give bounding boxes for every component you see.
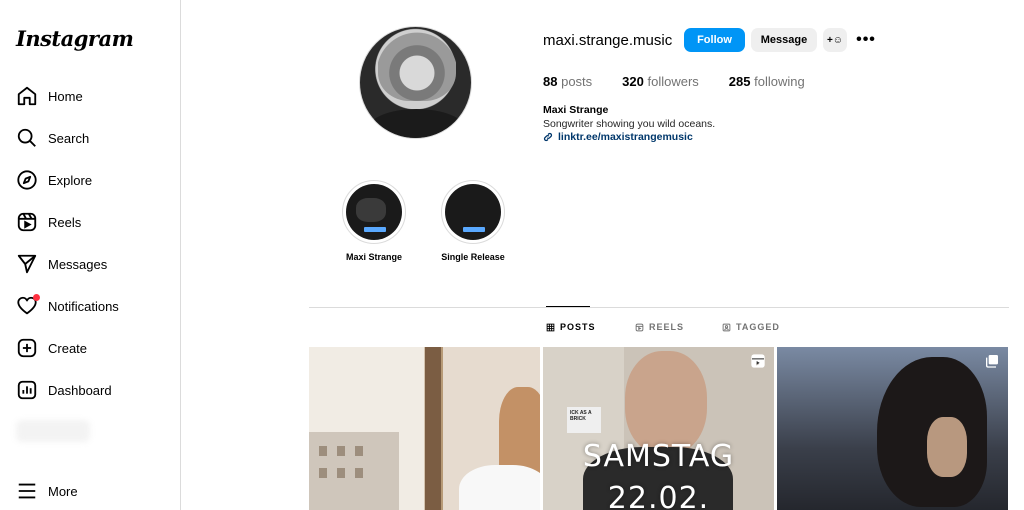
post-tile[interactable] bbox=[309, 347, 540, 510]
home-icon bbox=[14, 83, 40, 109]
highlight-cover bbox=[346, 184, 402, 240]
tab-label: REELS bbox=[649, 322, 685, 332]
add-user-button[interactable]: +☺ bbox=[823, 28, 847, 52]
sidebar-item-dashboard[interactable]: Dashboard bbox=[12, 372, 172, 408]
avatar-shirt bbox=[368, 109, 465, 138]
bio-name: Maxi Strange bbox=[543, 104, 609, 116]
sidebar-item-label: Messages bbox=[48, 256, 108, 272]
sidebar-item-home[interactable]: Home bbox=[12, 78, 172, 114]
blurred-profile-item[interactable] bbox=[16, 420, 90, 442]
sidebar-item-search[interactable]: Search bbox=[12, 120, 172, 156]
sidebar-item-label: Explore bbox=[48, 172, 93, 188]
highlight-cover bbox=[445, 184, 501, 240]
reels-icon bbox=[14, 209, 40, 235]
post-tile[interactable]: ICK AS A BRICK SAMSTAG 22.02. bbox=[543, 347, 774, 510]
post-image-face bbox=[927, 417, 967, 477]
highlight-single-release[interactable]: Single Release bbox=[441, 180, 505, 262]
sidebar-item-label: Notifications bbox=[48, 298, 119, 314]
post-tile[interactable] bbox=[777, 347, 1008, 510]
followers-stat[interactable]: 320 followers bbox=[622, 74, 699, 89]
grid-icon bbox=[546, 323, 555, 331]
more-icon: ••• bbox=[856, 31, 876, 48]
sidebar-item-reels[interactable]: Reels bbox=[12, 204, 172, 240]
highlight-ring bbox=[441, 180, 505, 244]
compass-icon bbox=[14, 167, 40, 193]
plus-square-icon bbox=[14, 335, 40, 361]
sidebar-item-label: Reels bbox=[48, 214, 82, 230]
sidebar-item-label: Home bbox=[48, 88, 83, 104]
profile-avatar[interactable] bbox=[359, 26, 472, 139]
sidebar-item-explore[interactable]: Explore bbox=[12, 162, 172, 198]
send-icon bbox=[14, 251, 40, 277]
post-image-sign: ICK AS A BRICK bbox=[567, 407, 601, 433]
tab-tagged[interactable]: TAGGED bbox=[722, 322, 780, 332]
carousel-icon bbox=[984, 353, 1000, 369]
instagram-logo[interactable]: Instagram bbox=[16, 26, 134, 51]
highlight-ring bbox=[342, 180, 406, 244]
bio-link[interactable]: linktr.ee/maxistrangemusic bbox=[543, 131, 693, 143]
sidebar-item-label: Create bbox=[48, 340, 88, 356]
highlight-title: Single Release bbox=[441, 252, 505, 262]
tab-reels[interactable]: REELS bbox=[635, 322, 684, 332]
sidebar-item-label: More bbox=[48, 483, 78, 499]
post-image-person bbox=[499, 387, 540, 473]
active-tab-indicator bbox=[546, 306, 590, 307]
more-options-button[interactable]: ••• bbox=[855, 28, 877, 52]
tab-posts[interactable]: POSTS bbox=[546, 322, 596, 332]
sidebar: Instagram Home Search Explore Reels Mess… bbox=[0, 0, 181, 510]
avatar-hair bbox=[378, 31, 456, 101]
post-image-building bbox=[309, 432, 399, 510]
sidebar-item-label: Dashboard bbox=[48, 382, 112, 398]
search-icon bbox=[14, 125, 40, 151]
tab-label: POSTS bbox=[560, 322, 596, 332]
add-user-icon: +☺ bbox=[826, 34, 844, 46]
posts-stat: 88 posts bbox=[543, 74, 593, 89]
sidebar-item-label: Search bbox=[48, 130, 90, 146]
post-overlay-line2: 22.02. bbox=[607, 481, 710, 510]
highlight-title: Maxi Strange bbox=[345, 252, 403, 262]
sidebar-item-more[interactable]: More bbox=[12, 473, 172, 509]
sidebar-item-create[interactable]: Create bbox=[12, 330, 172, 366]
heart-icon bbox=[14, 293, 40, 319]
post-image-window-frame bbox=[425, 347, 441, 510]
tagged-icon bbox=[722, 323, 731, 331]
link-icon bbox=[543, 132, 553, 142]
sidebar-item-notifications[interactable]: Notifications bbox=[12, 288, 172, 324]
post-overlay-line1: SAMSTAG bbox=[582, 439, 735, 474]
message-button[interactable]: Message bbox=[751, 28, 817, 52]
highlight-maxi-strange[interactable]: Maxi Strange bbox=[342, 180, 406, 262]
profile-stats: 88 posts 320 followers 285 following bbox=[543, 74, 835, 89]
bio-link-text: linktr.ee/maxistrangemusic bbox=[558, 131, 693, 143]
profile-username: maxi.strange.music bbox=[543, 32, 673, 49]
menu-icon bbox=[14, 478, 40, 504]
chart-icon bbox=[14, 377, 40, 403]
notification-dot bbox=[33, 294, 40, 301]
follow-button[interactable]: Follow bbox=[684, 28, 745, 52]
post-image-shirt bbox=[459, 465, 540, 510]
tabs-divider bbox=[309, 307, 1009, 308]
bio-text: Songwriter showing you wild oceans. bbox=[543, 118, 716, 130]
tab-label: TAGGED bbox=[736, 322, 780, 332]
following-stat[interactable]: 285 following bbox=[729, 74, 805, 89]
reels-icon bbox=[635, 323, 644, 331]
sidebar-item-messages[interactable]: Messages bbox=[12, 246, 172, 282]
reel-icon bbox=[750, 353, 766, 369]
